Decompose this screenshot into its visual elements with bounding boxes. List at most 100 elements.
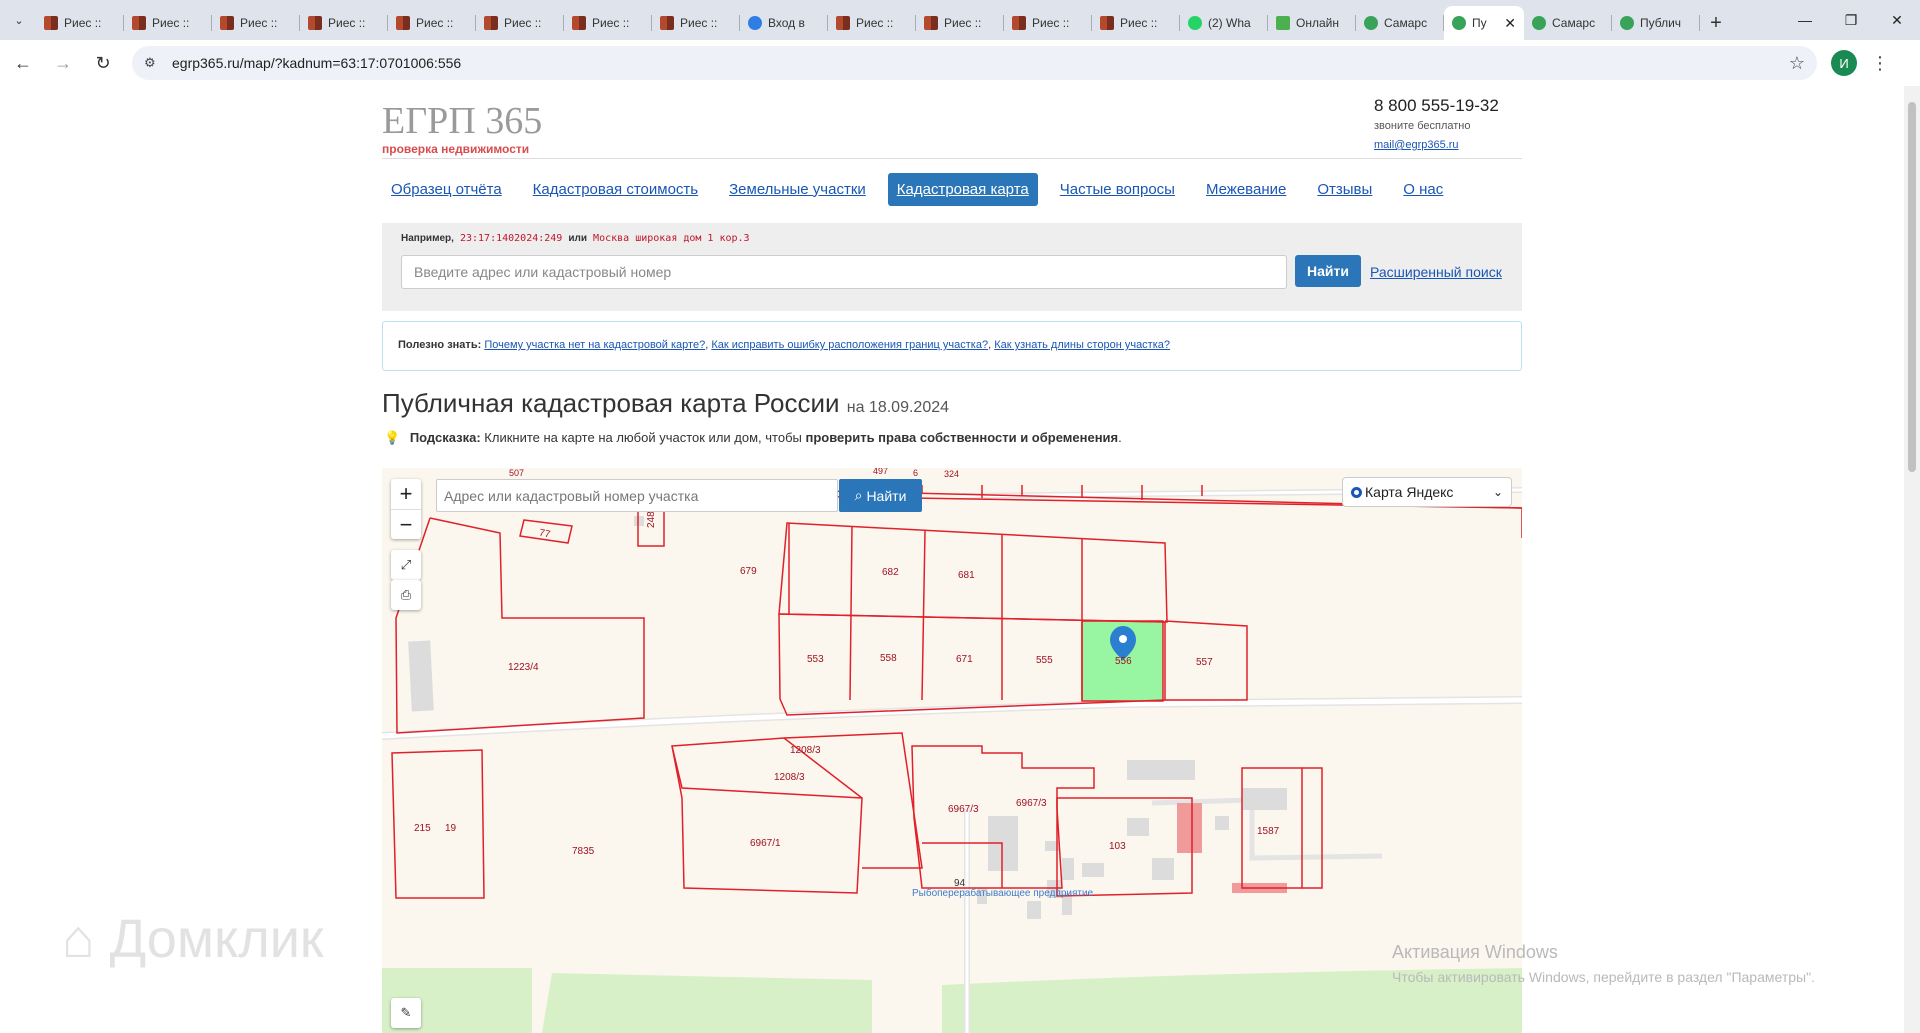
useful-link-missing-parcel[interactable]: Почему участка нет на кадастровой карте?: [484, 339, 705, 351]
useful-link-fix-boundaries[interactable]: Как исправить ошибку расположения границ…: [711, 339, 988, 351]
site-settings-icon[interactable]: ⚙: [144, 55, 164, 71]
top-parcel-label[interactable]: 324: [944, 469, 959, 479]
browser-tab[interactable]: Риес ::: [564, 6, 652, 40]
parcel-label[interactable]: 7835: [572, 846, 595, 857]
browser-tab[interactable]: Риес ::: [476, 6, 564, 40]
page-scrollbar[interactable]: [1904, 86, 1920, 1033]
browser-tab[interactable]: Самарс: [1524, 6, 1612, 40]
parcel-label[interactable]: 1208/3: [790, 745, 821, 756]
browser-tab[interactable]: Риес ::: [652, 6, 740, 40]
parcel-label[interactable]: 555: [1036, 655, 1053, 666]
top-parcel-label[interactable]: 497: [873, 468, 888, 476]
browser-tab[interactable]: Риес ::: [916, 6, 1004, 40]
bookmark-star-icon[interactable]: ☆: [1789, 53, 1805, 74]
advanced-search-link[interactable]: Расширенный поиск: [1370, 264, 1502, 280]
parcel-label[interactable]: 679: [740, 566, 757, 577]
parcel-label[interactable]: 681: [958, 570, 975, 581]
site-logo[interactable]: ЕГРП 365 проверка недвижимости: [382, 102, 542, 156]
parcel-label[interactable]: 682: [882, 567, 899, 578]
tab-close-icon[interactable]: ✕: [1504, 15, 1516, 32]
useful-link-side-lengths[interactable]: Как узнать длины сторон участка?: [994, 339, 1170, 351]
scrollbar-thumb[interactable]: [1908, 102, 1916, 472]
print-icon[interactable]: ⎙: [391, 580, 421, 610]
example-kadnum[interactable]: 23:17:1402024:249: [460, 233, 562, 244]
parcel-label[interactable]: 558: [880, 653, 897, 664]
reload-icon[interactable]: ↻: [86, 46, 120, 80]
address-bar[interactable]: ⚙ egrp365.ru/map/?kadnum=63:17:0701006:5…: [132, 46, 1817, 80]
cadastral-map[interactable]: 679 682 681 553 558 671 555 556 557 1223…: [382, 468, 1522, 1033]
lightbulb-icon: 💡: [384, 430, 401, 445]
parcel-label[interactable]: 19: [445, 823, 457, 834]
menu-item[interactable]: Частые вопросы: [1051, 173, 1184, 206]
browser-tab[interactable]: Риес ::: [300, 6, 388, 40]
tab-favicon-icon: [1532, 16, 1546, 30]
menu-item[interactable]: О нас: [1394, 173, 1452, 206]
chevron-down-icon: ⌄: [1492, 485, 1503, 499]
parcel-label[interactable]: 77: [538, 528, 552, 541]
forward-icon[interactable]: →: [46, 46, 80, 80]
map-search-button[interactable]: ⌕ Найти: [839, 479, 922, 512]
browser-tab[interactable]: Риес ::: [828, 6, 916, 40]
parcel-label[interactable]: 1223/4: [508, 662, 539, 673]
browser-tab[interactable]: Риес ::: [388, 6, 476, 40]
browser-tab[interactable]: Публич: [1612, 6, 1700, 40]
search-example: Например, 23:17:1402024:249 или Москва ш…: [401, 233, 750, 244]
browser-tab[interactable]: Риес ::: [124, 6, 212, 40]
map-search-input[interactable]: Адрес или кадастровый номер участка: [436, 479, 838, 512]
tab-favicon-icon: [1188, 16, 1202, 30]
search-input[interactable]: Введите адрес или кадастровый номер: [401, 255, 1287, 289]
browser-tab[interactable]: Риес ::: [36, 6, 124, 40]
tab-search-icon[interactable]: ⌄: [6, 7, 32, 33]
parcel-label[interactable]: 215: [414, 823, 431, 834]
example-label: Например,: [401, 233, 454, 244]
example-or: или: [568, 233, 588, 244]
example-address[interactable]: Москва широкая дом 1 кор.3: [593, 233, 750, 244]
parcel-label[interactable]: 553: [807, 654, 824, 665]
new-tab-button[interactable]: +: [1700, 6, 1732, 40]
poi-label[interactable]: Рыбоперерабатывающее предприятие: [912, 887, 1094, 899]
parcel-label[interactable]: 6967/3: [948, 804, 979, 815]
parcel-label[interactable]: 1587: [1257, 826, 1280, 837]
top-parcel-label[interactable]: 507: [509, 468, 524, 478]
browser-tab[interactable]: Вход в: [740, 6, 828, 40]
zoom-in-button[interactable]: +: [391, 479, 421, 509]
browser-tab[interactable]: Риес ::: [212, 6, 300, 40]
menu-item[interactable]: Межевание: [1197, 173, 1295, 206]
parcel-label-selected[interactable]: 556: [1115, 656, 1132, 667]
menu-item[interactable]: Отзывы: [1308, 173, 1381, 206]
menu-item[interactable]: Земельные участки: [720, 173, 875, 206]
parcel-label[interactable]: 6967/3: [1016, 798, 1047, 809]
tab-favicon-icon: [1276, 16, 1290, 30]
browser-menu-icon[interactable]: ⋮: [1871, 53, 1889, 74]
zoom-out-button[interactable]: −: [391, 509, 421, 539]
map-layer-select[interactable]: Карта Яндекс ⌄: [1342, 477, 1512, 507]
fullscreen-icon[interactable]: ⤢: [391, 550, 421, 580]
parcel-label[interactable]: 6967/1: [750, 838, 781, 849]
tab-title: Риес ::: [592, 16, 630, 30]
profile-avatar[interactable]: И: [1831, 50, 1857, 76]
restore-icon[interactable]: ❐: [1828, 0, 1874, 40]
menu-item[interactable]: Кадастровая карта: [887, 172, 1038, 206]
browser-tab[interactable]: (2) Wha: [1180, 6, 1268, 40]
browser-tab[interactable]: Онлайн: [1268, 6, 1356, 40]
browser-tab[interactable]: Риес ::: [1092, 6, 1180, 40]
parcel-label[interactable]: 248: [646, 511, 657, 528]
parcel-label[interactable]: 1208/3: [774, 772, 805, 783]
parcel-label[interactable]: 557: [1196, 657, 1213, 668]
top-parcel-label[interactable]: 6: [913, 468, 918, 478]
map-canvas[interactable]: 679 682 681 553 558 671 555 556 557 1223…: [382, 468, 1522, 1033]
browser-tab[interactable]: Пу ✕: [1444, 6, 1524, 40]
back-icon[interactable]: ←: [6, 46, 40, 80]
browser-tab[interactable]: Самарс: [1356, 6, 1444, 40]
close-window-icon[interactable]: ✕: [1874, 0, 1920, 40]
parcel-label[interactable]: 103: [1109, 841, 1126, 852]
search-button[interactable]: Найти: [1295, 255, 1361, 287]
minimize-icon[interactable]: —: [1782, 0, 1828, 40]
tab-title: Риес ::: [328, 16, 366, 30]
browser-tab[interactable]: Риес ::: [1004, 6, 1092, 40]
parcel-label[interactable]: 671: [956, 654, 973, 665]
menu-item[interactable]: Образец отчёта: [382, 173, 511, 206]
email-link[interactable]: mail@egrp365.ru: [1374, 139, 1499, 151]
ruler-icon[interactable]: ✎: [391, 998, 421, 1028]
menu-item[interactable]: Кадастровая стоимость: [524, 173, 707, 206]
